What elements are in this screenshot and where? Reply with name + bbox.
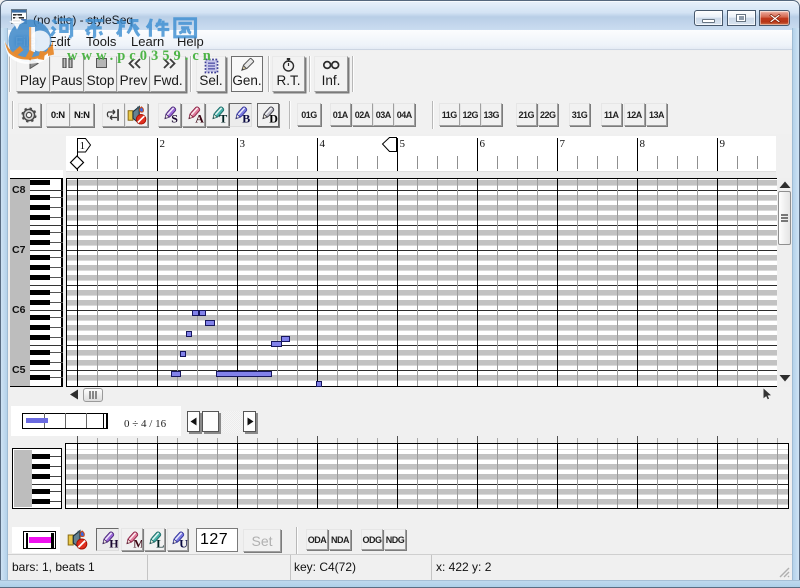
svg-text:T: T [219, 111, 227, 124]
svg-text:M: M [133, 536, 142, 549]
svg-text:A: A [195, 111, 204, 124]
svg-text:S: S [171, 111, 178, 124]
svg-text:B: B [242, 111, 250, 124]
svg-text:L: L [156, 536, 164, 549]
svg-text:U: U [179, 536, 188, 549]
svg-text:1: 1 [79, 141, 84, 152]
svg-text:D: D [269, 111, 278, 124]
svg-text:H: H [109, 536, 118, 549]
